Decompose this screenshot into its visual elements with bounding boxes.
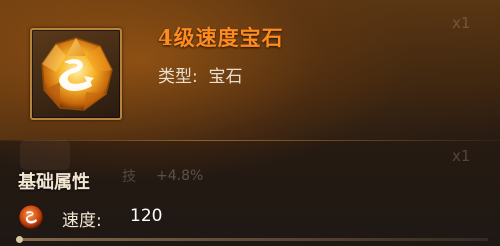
divider-ornament [16,236,23,243]
stat-label-speed: 速度: [62,211,102,231]
gem-speed-icon [41,37,113,111]
item-icon-slot[interactable] [30,28,122,120]
speed-rune-icon [18,204,44,230]
section-title-basic-attributes: 基础属性 [18,172,90,193]
background-ghost-icon [20,140,70,170]
stat-value-speed: 120 [130,206,163,226]
bottom-divider [18,238,488,241]
item-name: 4级速度宝石 [158,25,284,50]
background-stack-count: x1 [452,14,471,32]
section-divider [0,140,500,141]
item-type-label: 类型: [158,67,198,87]
background-stack-count: x1 [452,147,471,165]
background-ghost-value: +4.8% [156,168,204,184]
background-ghost-label: 技 [122,169,136,185]
stat-row: 速度: 120 [18,203,318,231]
item-tooltip: x1 x1 技 +4.8% 4级速度宝石 类型: 宝石 基础属性 速度: 120 [0,0,500,246]
item-type-value: 宝石 [208,67,243,87]
item-type: 类型: 宝石 [158,62,243,87]
